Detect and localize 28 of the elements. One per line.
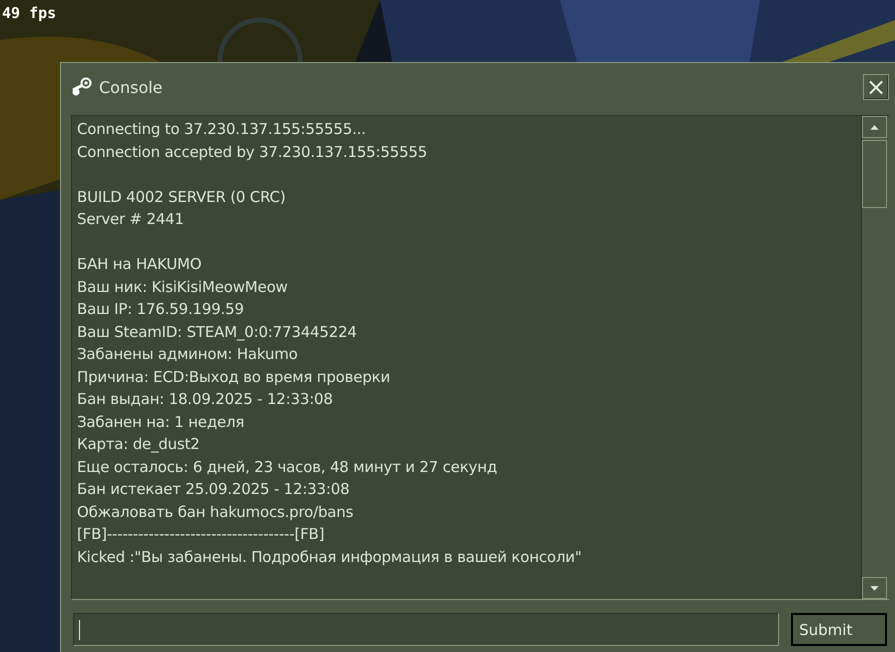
log-line: БАН на HAKUMO [77,254,202,275]
log-line: Еще осталось: 6 дней, 23 часов, 48 минут и 27 секунд [77,456,498,478]
log-line: Забанен на: 1 неделя [77,412,246,432]
log-line: Карта: de_dust2 [77,434,201,455]
log-line: Kicked :"Вы забанены. Подробная информация в вашей консоли" [77,546,583,568]
log-line: Бан истекает 25.09.2025 - 12:33:08 [77,479,350,500]
log-line: Connecting to 37.230.137.155:55555... [77,119,367,140]
log-line: Server # 2441 [77,209,185,230]
log-line: Ваш IP: 176.59.199.59 [77,299,245,320]
scroll-up-icon[interactable] [862,116,887,138]
log-line: Ваш ник: KisiKisiMeowMeow [77,276,289,298]
log-line: [FB]------------------------------------[FB] [77,524,326,545]
submit-button[interactable]: Submit [791,613,887,646]
log-line: Ваш SteamID: STEAM_0:0:773445224 [77,322,358,342]
piston-icon [71,77,93,97]
log-line: Бан выдан: 18.09.2025 - 12:33:08 [77,389,334,410]
log-line: Причина: ECD:Выход во время проверки [77,366,392,388]
scroll-down-icon[interactable] [862,577,887,599]
scroll-thumb[interactable] [862,140,887,208]
command-input[interactable] [73,613,780,646]
log-line: Обжаловать бан hakumocs.pro/bans [77,502,354,522]
close-button[interactable]: × [863,74,889,100]
log-line: BUILD 4002 SERVER (0 CRC) [77,186,286,208]
log-line: Connection accepted by 37.230.137.155:55555 [77,142,428,162]
log-line: Забанены админом: Hakumo [77,344,299,365]
window-title: Console [99,78,164,96]
fps-counter: 49 fps [2,4,56,22]
scrollbar[interactable] [861,116,889,599]
